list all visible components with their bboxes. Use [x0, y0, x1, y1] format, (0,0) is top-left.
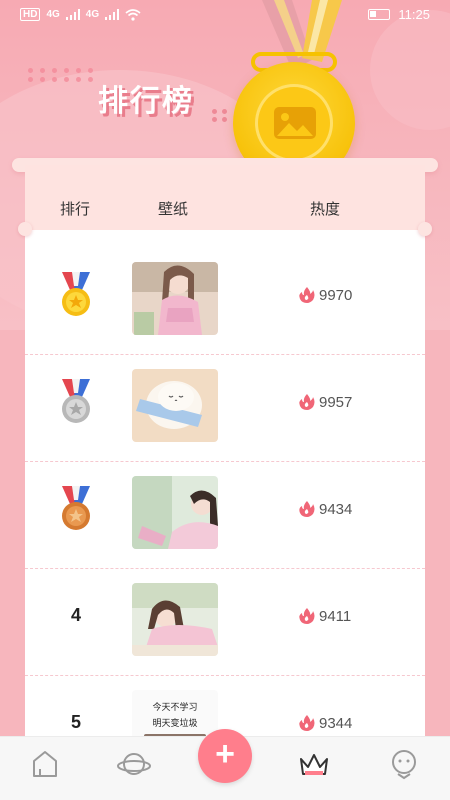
table-row[interactable]: 9957	[25, 355, 425, 462]
heat-value: 9411	[298, 607, 351, 625]
header-heat: 热度	[310, 201, 341, 218]
heat-number: 9957	[319, 393, 353, 411]
ranking-card: 排行 壁纸 热度 9970 9957 9434 4 9411 5 今天不学习 明…	[25, 165, 425, 800]
flame-icon	[299, 287, 315, 303]
signal-label: 4G	[46, 9, 60, 20]
decor-dots	[28, 68, 96, 82]
heat-value: 9957	[298, 393, 352, 411]
crown-icon[interactable]	[297, 747, 331, 781]
signal-icon	[105, 9, 120, 20]
bottom-nav: +	[0, 729, 450, 800]
thumb-text-line: 明天变垃圾	[152, 719, 198, 729]
heat-number: 9970	[319, 286, 353, 304]
rank-number: 5	[70, 712, 81, 732]
signal-label: 4G	[85, 9, 100, 20]
scroll-knob-right	[418, 222, 432, 236]
flame-icon	[299, 715, 315, 731]
scroll-knob-left	[18, 222, 32, 236]
table-row[interactable]: 4 9411	[25, 569, 425, 676]
flame-icon	[299, 501, 315, 517]
battery-icon	[368, 9, 391, 20]
flame-icon	[299, 394, 315, 410]
rank-number: 4	[70, 605, 81, 625]
heat-value: 9434	[298, 500, 352, 518]
page-title: 排行榜	[98, 85, 194, 118]
header-rank: 排行	[60, 201, 91, 218]
thumb-text-line: 今天不学习	[152, 703, 198, 713]
plus-icon[interactable]: +	[198, 729, 252, 783]
decor-dots	[212, 109, 229, 122]
bronze-medal-icon	[62, 486, 90, 530]
wallpaper-thumbnail[interactable]	[132, 476, 218, 549]
flame-icon	[299, 608, 315, 624]
heat-value: 9344	[298, 714, 352, 732]
clock: 11:25	[398, 7, 430, 22]
status-bar: HD 4G 4G 11:25	[0, 0, 450, 30]
table-row[interactable]: 9970	[25, 248, 425, 355]
heat-value: 9970	[298, 286, 352, 304]
silver-medal-icon	[62, 379, 90, 423]
image-icon	[274, 107, 316, 139]
signal-icon	[65, 9, 80, 20]
hd-indicator: HD	[20, 8, 41, 21]
home-icon[interactable]	[28, 747, 62, 781]
header-wallpaper: 壁纸	[158, 201, 189, 218]
wallpaper-thumbnail[interactable]	[132, 262, 218, 335]
gold-medal-icon	[62, 272, 90, 316]
heat-number: 9434	[319, 500, 353, 518]
table-header: 排行 壁纸 热度	[25, 165, 425, 230]
heat-number: 9411	[319, 607, 352, 625]
wifi-icon	[125, 8, 141, 21]
wallpaper-thumbnail[interactable]	[132, 583, 218, 656]
table-row[interactable]: 9434	[25, 462, 425, 569]
face-icon[interactable]	[387, 747, 421, 781]
planet-icon[interactable]	[117, 747, 151, 781]
wallpaper-thumbnail[interactable]	[132, 369, 218, 442]
heat-number: 9344	[319, 714, 353, 732]
